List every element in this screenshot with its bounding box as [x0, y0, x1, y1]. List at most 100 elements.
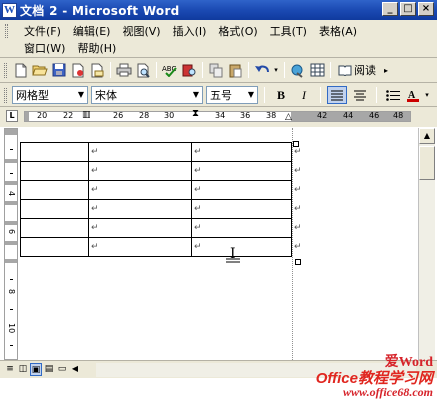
- vertical-ruler[interactable]: 4 6 8 10: [4, 128, 18, 360]
- table-cell[interactable]: ↵: [191, 180, 292, 200]
- table-cell[interactable]: [20, 218, 89, 238]
- print-preview-icon[interactable]: [134, 61, 152, 79]
- align-justify-button[interactable]: [327, 86, 347, 104]
- align-justify-icon: [331, 90, 343, 100]
- align-center-button[interactable]: [350, 86, 370, 104]
- font-size-combo[interactable]: 五号 ▼: [206, 86, 258, 104]
- table-row: ↵ ↵ ↵: [20, 142, 304, 162]
- table-cell[interactable]: ↵: [88, 237, 192, 257]
- row-marker[interactable]: [5, 259, 17, 263]
- reading-layout-button[interactable]: 阅读: [335, 62, 379, 78]
- toolbar-options-icon[interactable]: ▸: [384, 66, 388, 75]
- toolbar-grip[interactable]: [4, 63, 7, 78]
- tab-selector[interactable]: L: [6, 110, 18, 122]
- toolbar-separator: [110, 62, 111, 78]
- row-end-mark: ↵: [294, 185, 302, 195]
- table-cell[interactable]: [20, 142, 89, 162]
- menu-view[interactable]: 视图(V): [116, 23, 166, 39]
- italic-button[interactable]: I: [294, 86, 314, 104]
- menu-help[interactable]: 帮助(H): [71, 40, 122, 56]
- table-cell[interactable]: [20, 237, 89, 257]
- table-cell[interactable]: ↵: [88, 161, 192, 181]
- scroll-thumb[interactable]: [419, 146, 435, 180]
- save-icon[interactable]: [50, 61, 68, 79]
- horizontal-ruler[interactable]: 20 22 ▥ 26 28 30 ⧗ 34 36 38 △ 42 44 46 4…: [24, 108, 411, 122]
- style-combo[interactable]: 网格型 ▼: [12, 86, 88, 104]
- email-icon[interactable]: [88, 61, 106, 79]
- bullets-icon: [386, 89, 400, 101]
- table-icon[interactable]: [308, 61, 326, 79]
- table-cell[interactable]: ↵: [88, 142, 192, 162]
- table-cell[interactable]: ↵: [88, 180, 192, 200]
- research-icon[interactable]: [180, 61, 198, 79]
- word-table[interactable]: ↵ ↵ ↵ ↵ ↵ ↵ ↵ ↵ ↵ ↵ ↵ ↵ ↵ ↵ ↵ ↵ ↵ ↵: [20, 142, 304, 257]
- ruler-number: 44: [343, 111, 354, 120]
- chevron-down-icon[interactable]: ▼: [75, 87, 87, 103]
- outline-view-button[interactable]: ▤: [43, 363, 55, 376]
- toolbar-separator: [320, 87, 321, 103]
- row-marker[interactable]: [5, 181, 17, 185]
- menu-tools[interactable]: 工具(T): [264, 23, 313, 39]
- undo-icon[interactable]: [253, 61, 271, 79]
- copy-icon[interactable]: [207, 61, 225, 79]
- reading-view-button[interactable]: ▭: [56, 363, 68, 376]
- new-icon[interactable]: [12, 61, 30, 79]
- web-layout-button[interactable]: ◫: [17, 363, 29, 376]
- open-icon[interactable]: [31, 61, 49, 79]
- permission-icon[interactable]: [69, 61, 87, 79]
- chevron-down-icon[interactable]: ▼: [190, 87, 202, 103]
- ruler-tick: [10, 149, 13, 150]
- menu-grip[interactable]: [5, 24, 8, 38]
- menu-table[interactable]: 表格(A): [313, 23, 363, 39]
- row-marker[interactable]: [5, 241, 17, 245]
- menu-edit[interactable]: 编辑(E): [67, 23, 117, 39]
- font-color-button[interactable]: A: [406, 86, 420, 104]
- row-marker[interactable]: [5, 221, 17, 225]
- table-cell[interactable]: ↵: [191, 199, 292, 219]
- table-cell[interactable]: [20, 161, 89, 181]
- reading-label: 阅读: [354, 64, 376, 77]
- maximize-button[interactable]: □: [400, 2, 416, 16]
- table-cell[interactable]: ↵: [88, 199, 192, 219]
- row-marker[interactable]: [5, 201, 17, 205]
- spelling-icon[interactable]: ABC: [161, 61, 179, 79]
- chevron-down-icon[interactable]: ▼: [245, 87, 257, 103]
- menu-window[interactable]: 窗口(W): [18, 40, 71, 56]
- row-marker[interactable]: [5, 159, 17, 163]
- table-move-handle[interactable]: [293, 141, 299, 147]
- bold-button[interactable]: B: [271, 86, 291, 104]
- minimize-button[interactable]: _: [382, 2, 398, 16]
- paste-icon[interactable]: [226, 61, 244, 79]
- print-layout-button[interactable]: ▣: [30, 363, 42, 376]
- print-icon[interactable]: [115, 61, 133, 79]
- vertical-scrollbar[interactable]: ▲: [418, 128, 435, 360]
- table-cell[interactable]: [20, 180, 89, 200]
- normal-view-button[interactable]: ≡: [4, 363, 16, 376]
- bullets-button[interactable]: [383, 86, 403, 104]
- font-color-dropdown-icon[interactable]: ▾: [423, 86, 431, 104]
- scroll-up-button[interactable]: ▲: [419, 128, 435, 144]
- right-indent-marker[interactable]: △: [285, 112, 292, 122]
- table-cell[interactable]: ↵: [88, 218, 192, 238]
- menu-format[interactable]: 格式(O): [212, 23, 263, 39]
- ruler-number: 48: [393, 111, 404, 120]
- ruler-number: 8: [7, 289, 16, 295]
- table-cell[interactable]: ↵: [191, 161, 292, 181]
- font-combo[interactable]: 宋体 ▼: [91, 86, 203, 104]
- menu-insert[interactable]: 插入(I): [167, 23, 213, 39]
- table-cell[interactable]: ↵: [191, 237, 292, 257]
- table-cell[interactable]: ↵: [191, 218, 292, 238]
- toolbar-grip[interactable]: [4, 88, 7, 103]
- hyperlink-icon[interactable]: [289, 61, 307, 79]
- word-app-icon[interactable]: W: [2, 2, 17, 18]
- document-area[interactable]: ↵ ↵ ↵ ↵ ↵ ↵ ↵ ↵ ↵ ↵ ↵ ↵ ↵ ↵ ↵ ↵ ↵ ↵ Ⅰ: [20, 128, 417, 360]
- scroll-left-button[interactable]: ◀: [69, 363, 81, 376]
- table-resize-handle[interactable]: [295, 259, 301, 265]
- close-button[interactable]: ×: [418, 2, 434, 16]
- menu-file[interactable]: 文件(F): [18, 23, 67, 39]
- table-cell[interactable]: ↵: [191, 142, 292, 162]
- column-marker[interactable]: ▥: [82, 110, 91, 120]
- undo-dropdown-icon[interactable]: ▾: [272, 61, 280, 79]
- indent-marker[interactable]: ⧗: [192, 108, 199, 119]
- table-cell[interactable]: [20, 199, 89, 219]
